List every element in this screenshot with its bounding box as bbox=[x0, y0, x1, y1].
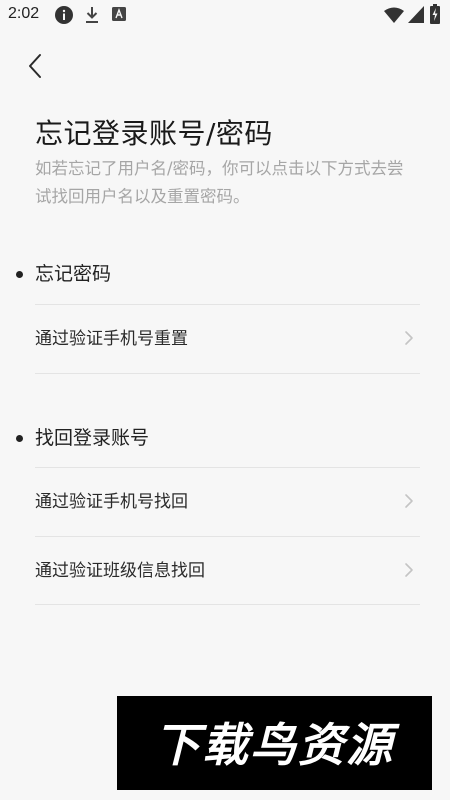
page-description: 如若忘记了用户名/密码，你可以点击以下方式去尝试找回用户名以及重置密码。 bbox=[35, 159, 404, 206]
status-bar: 2:02 bbox=[0, 0, 450, 30]
page-title: 忘记登录账号/密码 bbox=[35, 117, 273, 150]
status-time: 2:02 bbox=[8, 5, 40, 22]
chevron-left-icon bbox=[29, 54, 41, 78]
watermark-logo: 下载鸟资源 bbox=[117, 696, 432, 790]
divider bbox=[35, 604, 420, 605]
battery-charging-icon bbox=[430, 4, 440, 24]
list-item-label: 通过验证手机号重置 bbox=[35, 329, 188, 349]
download-icon bbox=[86, 7, 98, 23]
recover-via-phone-item[interactable]: 通过验证手机号找回 bbox=[35, 469, 420, 535]
section-title: 忘记密码 bbox=[35, 263, 112, 285]
list-item-label: 通过验证班级信息找回 bbox=[35, 561, 205, 581]
reset-via-phone-item[interactable]: 通过验证手机号重置 bbox=[35, 306, 420, 372]
chevron-right-icon bbox=[405, 494, 413, 508]
section-title: 找回登录账号 bbox=[35, 427, 150, 449]
chevron-right-icon bbox=[405, 563, 413, 577]
bullet-dot bbox=[16, 271, 23, 278]
recover-via-class-info-item[interactable]: 通过验证班级信息找回 bbox=[35, 538, 420, 604]
signal-icon bbox=[408, 6, 424, 23]
list-item-label: 通过验证手机号找回 bbox=[35, 492, 188, 512]
divider bbox=[35, 536, 420, 537]
wifi-icon bbox=[384, 7, 404, 23]
watermark-text: 下载鸟资源 bbox=[154, 718, 400, 772]
chevron-right-icon bbox=[405, 331, 413, 345]
font-a-icon bbox=[112, 7, 126, 21]
info-icon bbox=[55, 6, 73, 24]
bullet-dot bbox=[16, 435, 23, 442]
divider bbox=[35, 373, 420, 374]
back-button[interactable] bbox=[20, 50, 52, 82]
divider bbox=[35, 304, 420, 305]
divider bbox=[35, 467, 420, 468]
